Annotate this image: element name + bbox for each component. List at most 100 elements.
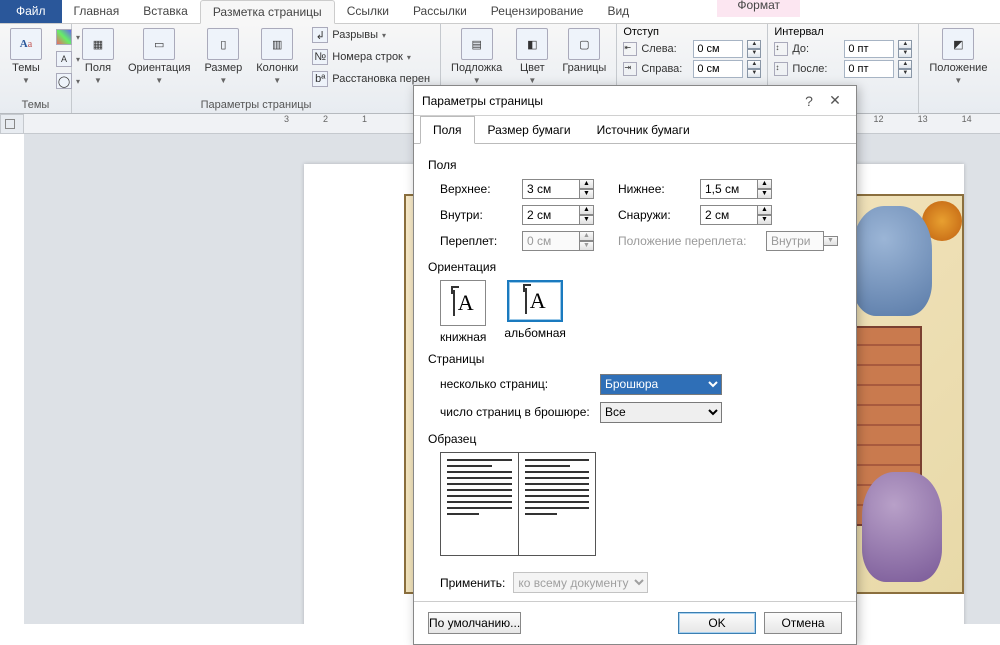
tab-home[interactable]: Главная <box>62 0 132 23</box>
ruler-tick: 3 <box>284 114 289 124</box>
tab-page-layout[interactable]: Разметка страницы <box>200 0 335 24</box>
themes-icon: Aa <box>10 28 42 60</box>
columns-icon: ▥ <box>261 28 293 60</box>
label-top-margin: Верхнее: <box>440 182 522 196</box>
page-borders-button[interactable]: ▢Границы <box>558 26 610 76</box>
input-gutter-pos <box>766 231 824 251</box>
margins-button[interactable]: ▦Поля▼ <box>78 26 118 87</box>
select-multi-pages[interactable]: Брошюра <box>600 374 722 395</box>
breaks-button[interactable]: ↲Разрывы▾ <box>308 26 434 44</box>
group-label-page-setup: Параметры страницы <box>78 99 434 113</box>
indent-title: Отступ <box>623 26 659 38</box>
dialog-title: Параметры страницы <box>422 94 796 108</box>
orientation-landscape[interactable]: Aальбомная <box>504 280 566 344</box>
label-apply-to: Применить: <box>440 576 505 590</box>
dialog-tab-paper[interactable]: Размер бумаги <box>475 116 584 144</box>
spacing-title: Интервал <box>774 26 823 38</box>
tab-view[interactable]: Вид <box>595 0 641 23</box>
dialog-tab-source[interactable]: Источник бумаги <box>584 116 703 144</box>
input-top-margin[interactable] <box>522 179 580 199</box>
position-button[interactable]: ◩Положение▼ <box>925 26 991 87</box>
select-apply-to: ко всему документу <box>513 572 648 593</box>
ruler-tick: 2 <box>323 114 328 124</box>
columns-button[interactable]: ▥Колонки▼ <box>252 26 302 87</box>
label-gutter: Переплет: <box>440 234 522 248</box>
spin-gutter-pos: ▼ <box>823 236 838 246</box>
indent-left-spinners[interactable]: ▲▼ <box>747 40 761 58</box>
default-button[interactable]: По умолчанию... <box>428 612 521 634</box>
input-bottom-margin[interactable] <box>700 179 758 199</box>
fonts-icon: A <box>56 51 72 67</box>
section-pages: Страницы <box>428 352 842 366</box>
ok-button[interactable]: OK <box>678 612 756 634</box>
margins-icon: ▦ <box>82 28 114 60</box>
tab-insert[interactable]: Вставка <box>131 0 200 23</box>
indent-left-icon: ⇤ <box>623 42 637 56</box>
label-inside-margin: Внутри: <box>440 208 522 222</box>
orientation-portrait[interactable]: Aкнижная <box>440 280 486 344</box>
group-label-themes: Темы <box>6 99 65 113</box>
position-icon: ◩ <box>942 28 974 60</box>
size-button[interactable]: ▯Размер▼ <box>200 26 246 87</box>
tab-review[interactable]: Рецензирование <box>479 0 596 23</box>
spacing-before-spinners[interactable]: ▲▼ <box>898 40 912 58</box>
watermark-button[interactable]: ▤Подложка▼ <box>447 26 506 87</box>
dialog-tab-margins[interactable]: Поля <box>420 116 475 144</box>
ruler-tick: 13 <box>918 114 928 124</box>
page-color-button[interactable]: ◧Цвет▼ <box>512 26 552 87</box>
section-fields: Поля <box>428 158 842 172</box>
ruler-corner <box>0 114 24 134</box>
tab-file[interactable]: Файл <box>0 0 62 23</box>
orientation-button[interactable]: ▭Ориентация▼ <box>124 26 194 87</box>
spin-outside[interactable]: ▲▼ <box>757 205 772 225</box>
input-outside-margin[interactable] <box>700 205 758 225</box>
colors-icon <box>56 29 72 45</box>
spacing-before-input[interactable] <box>844 40 894 58</box>
ruler-tick: 14 <box>962 114 972 124</box>
section-orientation: Ориентация <box>428 260 842 274</box>
close-button[interactable]: ✕ <box>822 92 848 109</box>
page-color-icon: ◧ <box>516 28 548 60</box>
tab-format-contextual[interactable]: Формат <box>717 0 800 17</box>
watermark-icon: ▤ <box>461 28 493 60</box>
input-gutter <box>522 231 580 251</box>
indent-right-icon: ⇥ <box>623 62 637 76</box>
breaks-icon: ↲ <box>312 27 328 43</box>
indent-left-input[interactable] <box>693 40 743 58</box>
spacing-after-input[interactable] <box>844 60 894 78</box>
cancel-button[interactable]: Отмена <box>764 612 842 634</box>
ruler-tick: 12 <box>874 114 884 124</box>
line-numbers-button[interactable]: №Номера строк▾ <box>308 48 434 66</box>
help-button[interactable]: ? <box>796 93 822 109</box>
page-borders-icon: ▢ <box>568 28 600 60</box>
spacing-after-spinners[interactable]: ▲▼ <box>898 60 912 78</box>
ribbon-tabs: Файл Главная Вставка Разметка страницы С… <box>0 0 1000 24</box>
spacing-after-icon: ↕ <box>774 62 788 76</box>
size-icon: ▯ <box>207 28 239 60</box>
page-setup-dialog: Параметры страницы ? ✕ Поля Размер бумаг… <box>413 85 857 645</box>
label-sheets-per-booklet: число страниц в брошюре: <box>440 405 600 419</box>
ruler-tick: 1 <box>362 114 367 124</box>
label-bottom-margin: Нижнее: <box>618 182 700 196</box>
spin-top[interactable]: ▲▼ <box>579 179 594 199</box>
label-outside-margin: Снаружи: <box>618 208 700 222</box>
label-multi-pages: несколько страниц: <box>440 377 600 391</box>
spin-gutter: ▲▼ <box>579 231 594 251</box>
effects-icon: ◯ <box>56 73 72 89</box>
select-sheets-per-booklet[interactable]: Все <box>600 402 722 423</box>
indent-right-spinners[interactable]: ▲▼ <box>747 60 761 78</box>
label-gutter-pos: Положение переплета: <box>618 234 766 248</box>
preview-thumbnail <box>440 452 596 556</box>
section-preview: Образец <box>428 432 842 446</box>
themes-button[interactable]: Aa Темы▼ <box>6 26 46 87</box>
tab-selector-icon[interactable] <box>5 119 15 129</box>
hyphenation-icon: bª <box>312 71 328 87</box>
indent-right-input[interactable] <box>693 60 743 78</box>
spin-bottom[interactable]: ▲▼ <box>757 179 772 199</box>
tab-mailings[interactable]: Рассылки <box>401 0 479 23</box>
tab-references[interactable]: Ссылки <box>335 0 401 23</box>
orientation-icon: ▭ <box>143 28 175 60</box>
spin-inside[interactable]: ▲▼ <box>579 205 594 225</box>
line-numbers-icon: № <box>312 49 328 65</box>
input-inside-margin[interactable] <box>522 205 580 225</box>
